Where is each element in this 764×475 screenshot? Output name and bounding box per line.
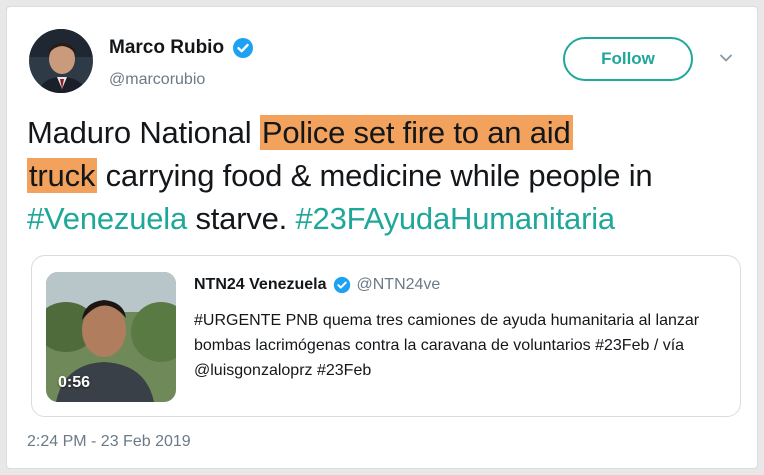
video-thumbnail[interactable]: 0:56 [46,272,176,402]
follow-button[interactable]: Follow [563,37,693,81]
tweet-text-highlight1: Police set fire to an aid [259,115,573,150]
author-avatar[interactable] [29,29,93,93]
quoted-author-name[interactable]: NTN24 Venezuela [194,276,327,294]
tweet-text-part3: starve. [187,201,296,236]
verified-badge-icon [232,37,254,59]
verified-badge-icon [333,276,351,294]
tweet-text-part1: Maduro National [27,115,260,150]
hashtag-ayuda[interactable]: #23FAyudaHumanitaria [296,201,616,236]
quoted-author-handle[interactable]: @NTN24ve [357,276,441,294]
video-duration: 0:56 [58,374,91,391]
quoted-tweet[interactable]: 0:56 NTN24 Venezuela @NTN24ve #URGENTE P… [31,255,741,417]
chevron-down-icon[interactable] [719,51,733,65]
tweet-card: Marco Rubio @marcorubio Follow Maduro Na… [6,6,758,469]
author-handle[interactable]: @marcorubio [109,71,205,89]
author-name-row: Marco Rubio [109,37,254,59]
author-name[interactable]: Marco Rubio [109,37,224,59]
tweet-text-part2: carrying food & medicine while people in [97,158,653,193]
quoted-tweet-text: #URGENTE PNB quema tres camiones de ayud… [194,312,700,379]
hashtag-venezuela[interactable]: #Venezuela [27,201,187,236]
quoted-tweet-header: NTN24 Venezuela @NTN24ve [194,276,440,294]
tweet-timestamp[interactable]: 2:24 PM - 23 Feb 2019 [27,433,191,451]
tweet-text-highlight2: truck [27,158,98,193]
tweet-text: Maduro National Police set fire to an ai… [27,111,747,240]
